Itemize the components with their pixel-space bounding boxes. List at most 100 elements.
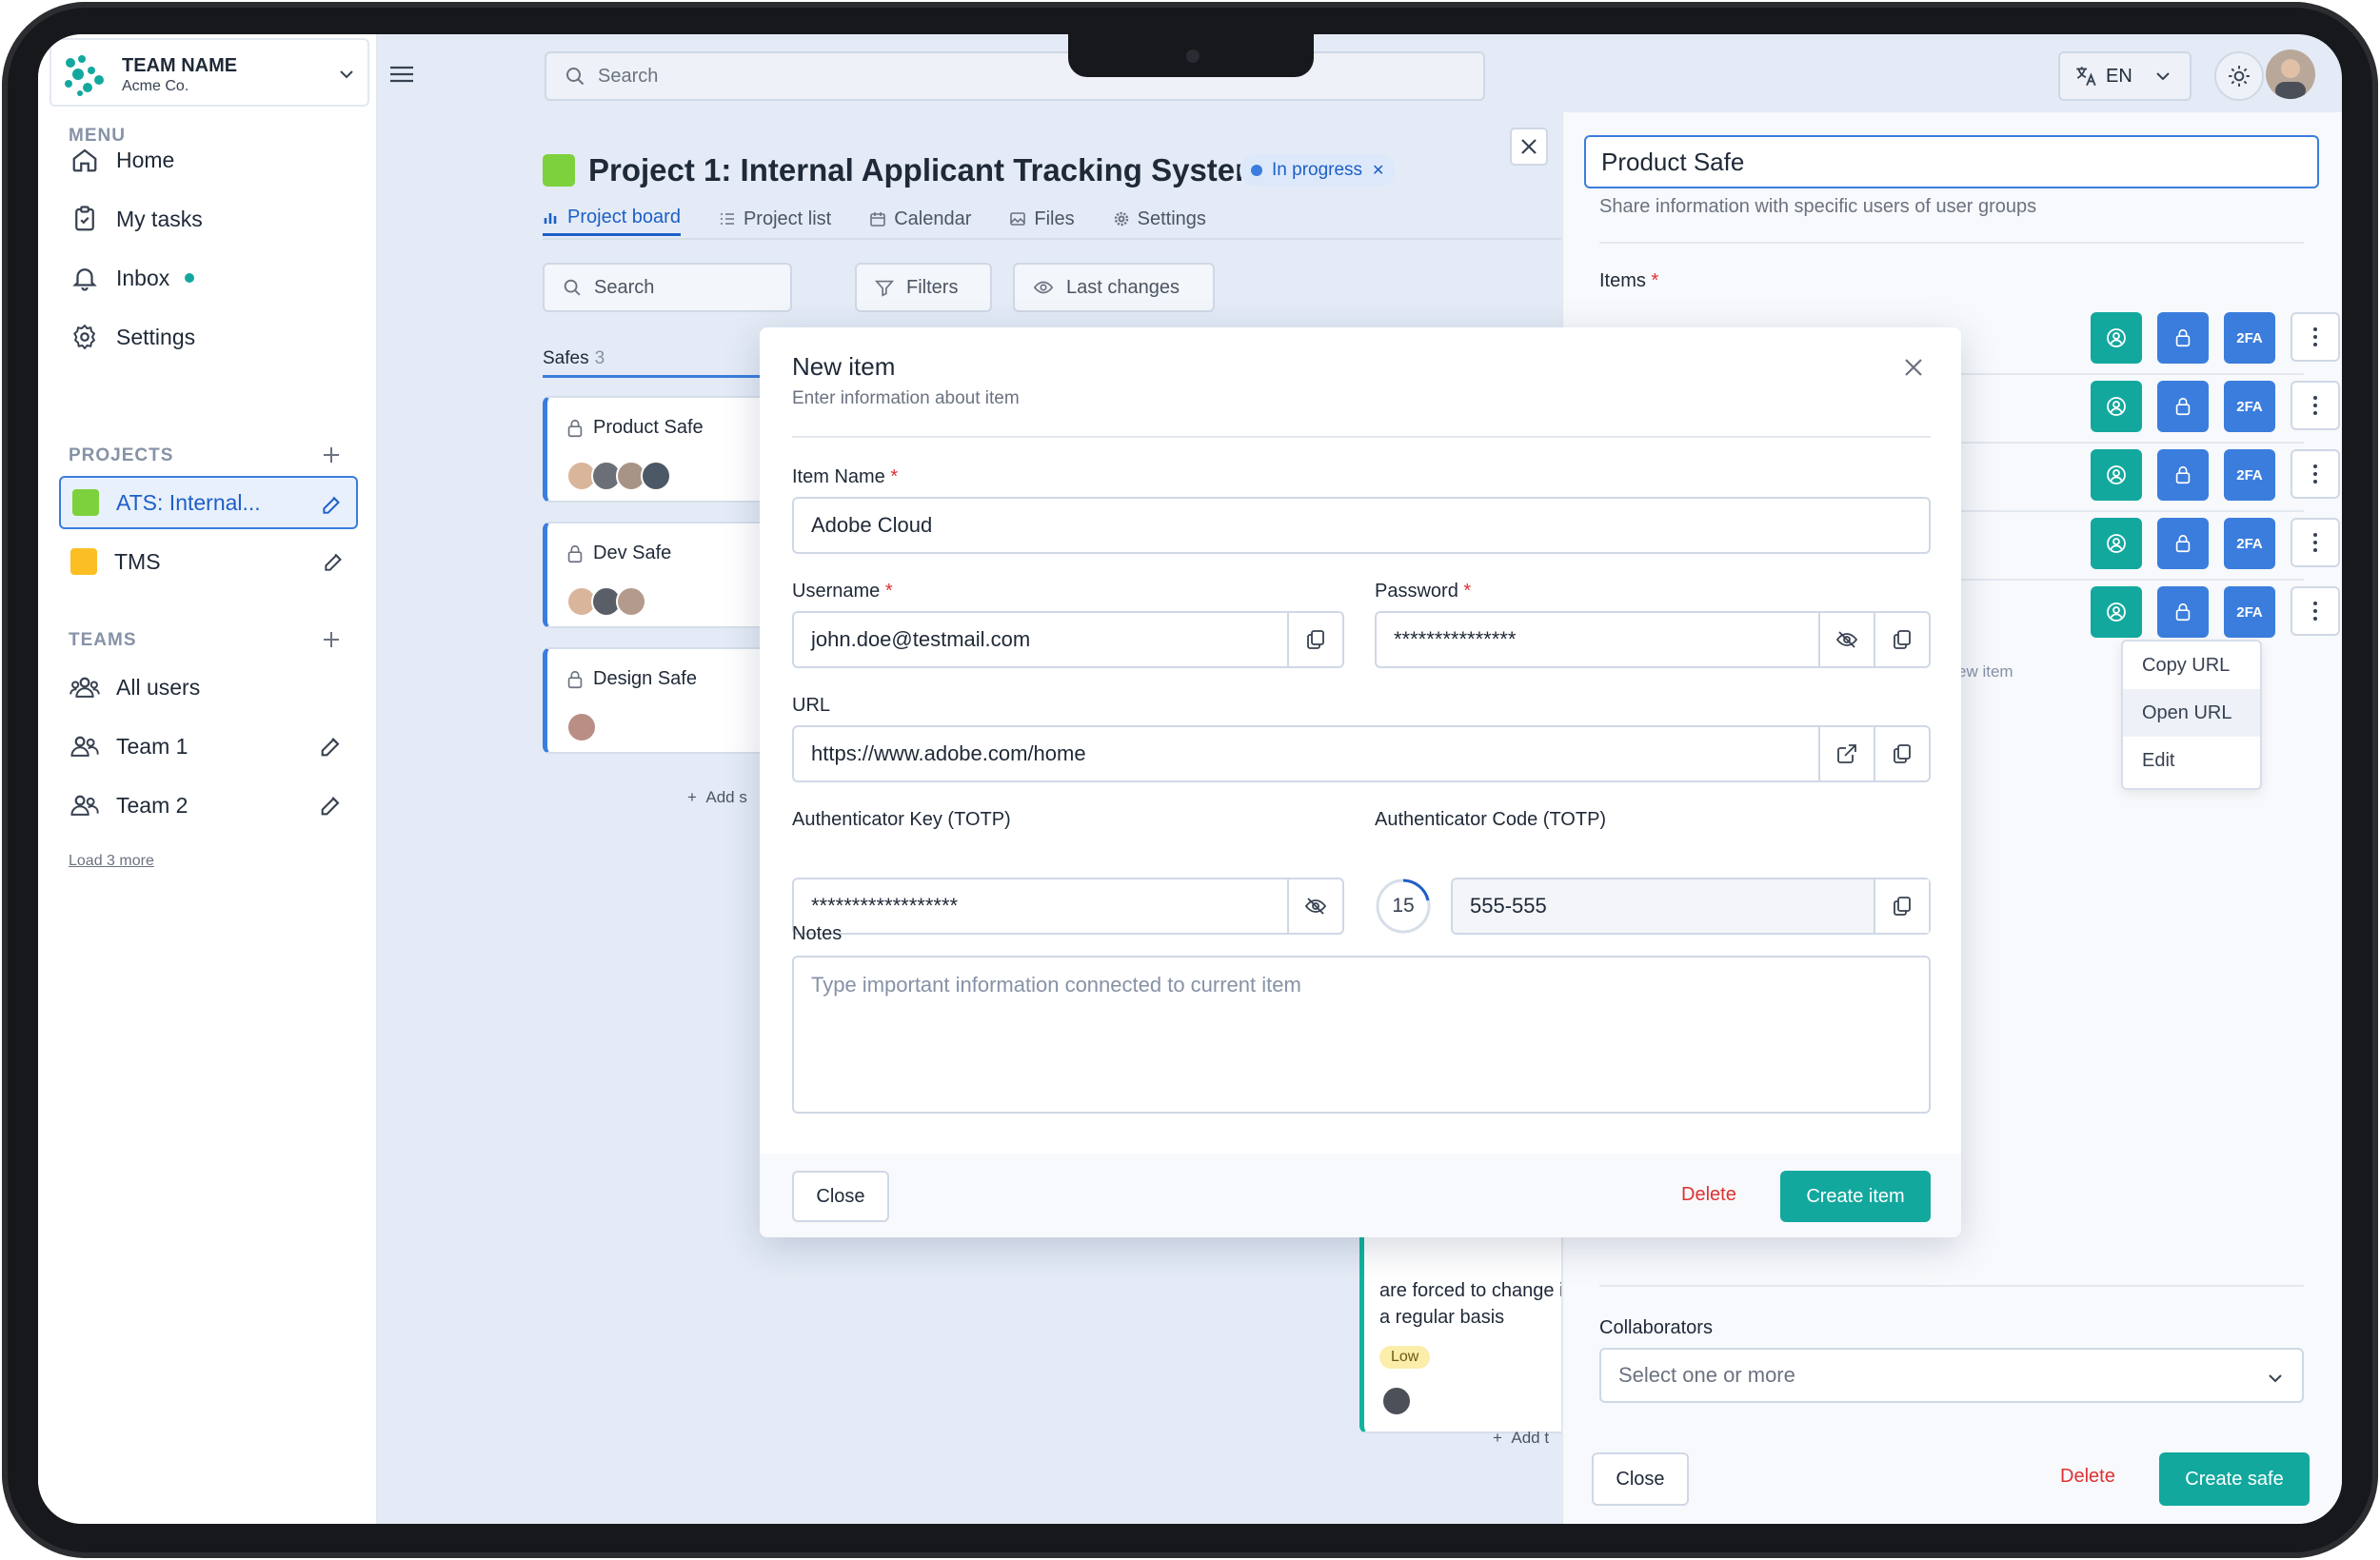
toggle-password-visibility-button[interactable] [1818,613,1874,666]
edit-icon[interactable] [320,492,345,517]
notes-textarea[interactable]: Type important information connected to … [792,956,1931,1114]
tab-project-board[interactable]: Project board [543,202,681,236]
board-search-input[interactable]: Search [543,263,792,312]
2fa-button[interactable]: 2FA [2224,449,2275,501]
add-safe-button[interactable]: + Add s [687,788,747,807]
totp-code-input[interactable]: 555-555 [1451,878,1931,935]
sidebar-item-my-tasks[interactable]: My tasks [69,198,203,240]
delete-button[interactable]: Delete [1681,1184,1736,1206]
tab-label: Settings [1137,207,1206,229]
edit-icon[interactable] [318,792,345,819]
open-url-button[interactable] [1818,727,1874,780]
copy-url-button[interactable] [1874,727,1929,780]
new-item-hint[interactable]: ew item [1957,662,2013,681]
more-options-button[interactable] [2291,312,2340,362]
share-user-button[interactable] [2091,381,2142,432]
more-options-button[interactable] [2291,381,2340,430]
safe-card[interactable]: Dev Safe [543,522,771,628]
username-label: Username * [792,581,893,602]
copy-username-button[interactable] [1287,613,1342,666]
add-task-button[interactable]: + Add t [1493,1429,1549,1448]
sidebar-item-team-1[interactable]: Team 1 [69,725,188,767]
sidebar-item-settings[interactable]: Settings [69,316,195,358]
close-safe-button[interactable]: Close [1592,1452,1689,1506]
share-user-button[interactable] [2091,312,2142,364]
filters-button[interactable]: Filters [855,263,992,312]
edit-icon[interactable] [318,733,345,760]
task-card[interactable]: are forced to change in a regular basis … [1359,1214,1588,1433]
url-input[interactable]: https://www.adobe.com/home [792,725,1931,782]
collaborators-select[interactable]: Select one or more [1599,1348,2304,1403]
share-user-button[interactable] [2091,518,2142,569]
2fa-button[interactable]: 2FA [2224,518,2275,569]
edit-icon[interactable] [322,549,347,574]
safe-card[interactable]: Design Safe [543,647,771,754]
password-input[interactable]: *************** [1375,611,1931,668]
more-options-button[interactable] [2291,449,2340,499]
search-placeholder: Search [598,65,659,87]
close-button[interactable]: Close [792,1171,889,1222]
team-company: Acme Co. [122,78,189,94]
users-icon [69,789,101,821]
totp-key-input[interactable]: ****************** [792,878,1344,935]
create-item-button[interactable]: Create item [1780,1171,1931,1222]
lock-button[interactable] [2157,312,2209,364]
safe-card[interactable]: Product Safe [543,396,771,503]
menu-item-copy-url[interactable]: Copy URL [2123,642,2260,689]
close-icon[interactable]: ✕ [1372,161,1384,180]
status-badge[interactable]: In progress ✕ [1240,154,1397,187]
sidebar-item-team-2[interactable]: Team 2 [69,784,188,826]
share-user-button[interactable] [2091,449,2142,501]
hamburger-menu-icon[interactable] [388,63,415,86]
lock-button[interactable] [2157,586,2209,638]
lock-button[interactable] [2157,518,2209,569]
sidebar-project-tms[interactable]: TMS [59,535,358,588]
add-project-icon[interactable] [320,444,343,466]
item-name-input[interactable]: Adobe Cloud [792,497,1931,554]
toggle-totp-visibility-button[interactable] [1287,879,1342,933]
language-label: EN [2106,65,2132,87]
safe-name-input[interactable]: Product Safe [1584,135,2319,188]
language-select[interactable]: EN [2058,51,2192,101]
lock-button[interactable] [2157,381,2209,432]
sidebar-item-home[interactable]: Home [69,139,174,181]
close-project-button[interactable] [1510,128,1548,166]
sidebar-item-inbox[interactable]: Inbox [69,257,195,299]
user-avatar[interactable] [2266,49,2315,99]
tab-settings[interactable]: Settings [1113,202,1206,236]
tab-project-list[interactable]: Project list [719,202,831,236]
sidebar-item-all-users[interactable]: All users [69,666,200,708]
sidebar-item-label: Home [116,147,175,172]
theme-toggle[interactable] [2214,51,2264,101]
2fa-button[interactable]: 2FA [2224,586,2275,638]
tab-calendar[interactable]: Calendar [869,202,971,236]
lock-icon [2175,534,2191,553]
menu-item-edit[interactable]: Edit [2123,737,2260,784]
add-team-icon[interactable] [320,628,343,651]
global-search-input[interactable]: Search [545,51,1485,101]
delete-safe-button[interactable]: Delete [2060,1466,2115,1488]
password-value: *************** [1394,627,1517,651]
external-link-icon [1837,744,1856,763]
menu-item-open-url[interactable]: Open URL [2123,689,2260,737]
item-options-menu: Copy URL Open URL Edit [2121,640,2262,790]
load-more-link[interactable]: Load 3 more [69,853,154,870]
sidebar-project-ats[interactable]: ATS: Internal... [59,476,358,529]
team-switcher[interactable]: TEAM NAME Acme Co. [50,38,369,107]
safe-card-title: Product Safe [593,417,704,438]
chevron-down-icon [2156,72,2170,81]
share-user-button[interactable] [2091,586,2142,638]
last-changes-button[interactable]: Last changes [1013,263,1215,312]
2fa-button[interactable]: 2FA [2224,312,2275,364]
copy-totp-code-button[interactable] [1874,879,1929,933]
tab-files[interactable]: Files [1009,202,1075,236]
more-options-button[interactable] [2291,586,2340,636]
more-options-button[interactable] [2291,518,2340,567]
lock-button[interactable] [2157,449,2209,501]
copy-password-button[interactable] [1874,613,1929,666]
create-safe-button[interactable]: Create safe [2159,1452,2310,1506]
username-input[interactable]: john.doe@testmail.com [792,611,1344,668]
notes-label: Notes [792,923,843,944]
2fa-button[interactable]: 2FA [2224,381,2275,432]
close-icon[interactable] [1898,352,1929,383]
